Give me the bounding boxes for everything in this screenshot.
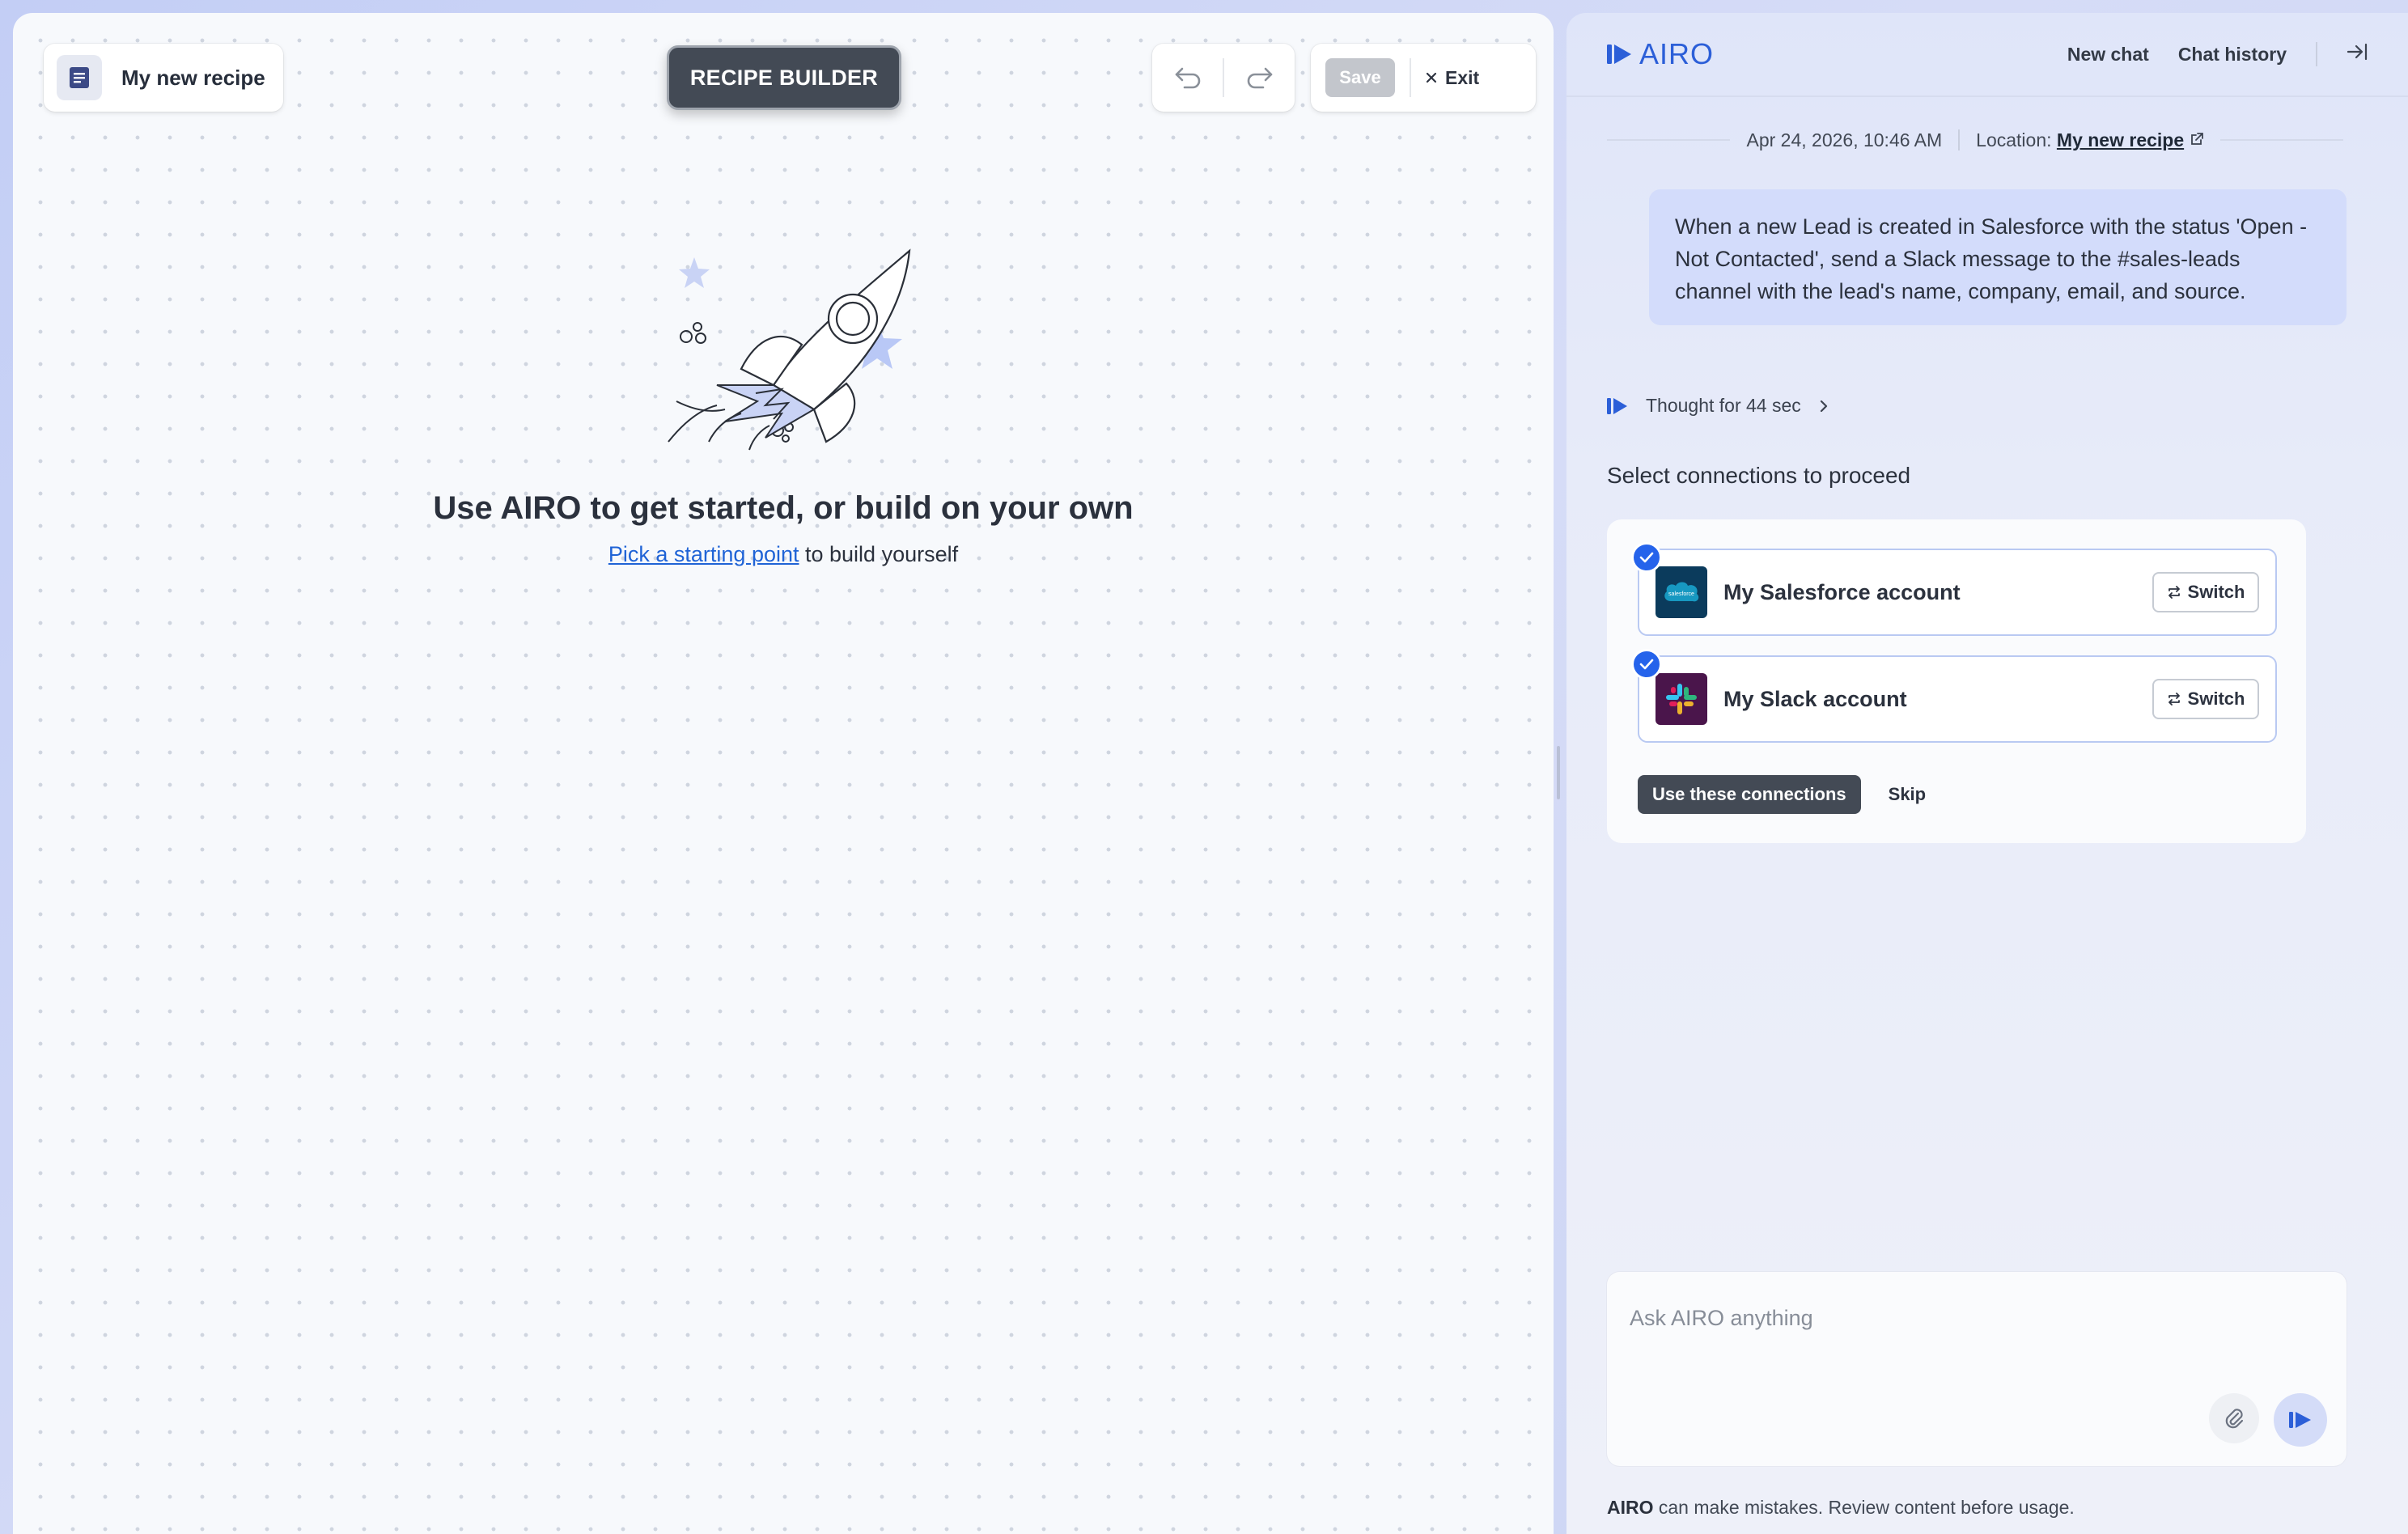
select-connections-title: Select connections to proceed <box>1607 463 1911 488</box>
skip-button[interactable]: Skip <box>1889 784 1926 805</box>
connection-slack[interactable]: My Slack account Switch <box>1631 649 2277 743</box>
save-button[interactable]: Save <box>1325 58 1395 97</box>
document-icon <box>57 55 102 100</box>
switch-label: Switch <box>2187 689 2245 709</box>
chat-header: AIRO New chat Chat history <box>1566 13 2408 97</box>
paperclip-icon <box>2225 1409 2244 1429</box>
timestamp: Apr 24, 2026, 10:46 AM <box>1746 129 1943 150</box>
chevron-right-icon <box>1820 400 1827 412</box>
disclaimer-text: can make mistakes. Review content before… <box>1653 1497 2075 1518</box>
user-message-bubble: When a new Lead is created in Salesforce… <box>1649 189 2347 325</box>
divider <box>2316 42 2317 66</box>
recipe-name-pill[interactable]: My new recipe <box>44 44 283 112</box>
disclaimer-brand: AIRO <box>1607 1497 1654 1518</box>
chat-history-button[interactable]: Chat history <box>2178 44 2287 66</box>
use-connections-button[interactable]: Use these connections <box>1638 775 1861 814</box>
close-icon <box>1426 72 1437 83</box>
airo-logo: AIRO <box>1607 37 1714 71</box>
undo-button[interactable] <box>1152 44 1223 112</box>
connection-actions: Use these connections Skip <box>1638 775 1926 814</box>
connections-card: salesforce My Salesforce account Switch <box>1607 519 2306 843</box>
switch-connection-button[interactable]: Switch <box>2152 679 2259 719</box>
slack-logo-icon <box>1656 673 1707 725</box>
divider <box>1410 58 1411 97</box>
send-button[interactable] <box>2274 1393 2327 1447</box>
pick-starting-point-link[interactable]: Pick a starting point <box>608 542 799 566</box>
switch-icon <box>2168 586 2180 599</box>
location: Location: My new recipe <box>1960 129 2219 151</box>
redo-button[interactable] <box>1224 44 1295 112</box>
exit-label: Exit <box>1445 66 1480 88</box>
conversation-meta: Apr 24, 2026, 10:46 AM Location: My new … <box>1607 126 2344 154</box>
thought-label: Thought for 44 sec <box>1646 395 1801 416</box>
header-actions: New chat Chat history <box>2067 42 2368 66</box>
salesforce-logo-text: salesforce <box>1668 591 1694 597</box>
airo-logo-icon <box>1607 397 1627 414</box>
divider <box>1607 139 1731 141</box>
salesforce-logo-icon: salesforce <box>1656 566 1707 618</box>
disclaimer: AIRO can make mistakes. Review content b… <box>1607 1497 2075 1519</box>
location-prefix: Location: <box>1976 129 2052 150</box>
switch-icon <box>2168 693 2180 706</box>
undo-icon <box>1175 67 1200 89</box>
recipe-canvas[interactable]: My new recipe RECIPE BUILDER Save Exit U… <box>13 13 1554 1534</box>
empty-state-subtitle: Pick a starting point to build yourself <box>13 542 1554 567</box>
chat-composer[interactable]: Ask AIRO anything <box>1607 1272 2347 1466</box>
checkmark-icon <box>1631 542 1662 573</box>
collapse-right-icon <box>2347 43 2368 61</box>
thought-toggle[interactable]: Thought for 44 sec <box>1607 395 1829 417</box>
panel-resize-handle[interactable] <box>1557 746 1560 799</box>
redo-icon <box>1247 67 1272 89</box>
connection-label: My Slack account <box>1723 686 1907 711</box>
save-exit-controls: Save Exit <box>1311 44 1536 112</box>
chat-input[interactable]: Ask AIRO anything <box>1630 1306 1813 1331</box>
recipe-name: My new recipe <box>121 65 265 90</box>
rocket-illustration <box>668 248 911 451</box>
switch-connection-button[interactable]: Switch <box>2152 572 2259 612</box>
recipe-builder-badge: RECIPE BUILDER <box>667 45 901 110</box>
attach-button[interactable] <box>2209 1393 2259 1443</box>
history-controls <box>1152 44 1295 112</box>
divider <box>2219 139 2344 141</box>
empty-state-title: Use AIRO to get started, or build on you… <box>433 490 1134 526</box>
collapse-panel-button[interactable] <box>2347 42 2368 66</box>
airo-logo-icon <box>1607 44 1631 64</box>
connection-salesforce[interactable]: salesforce My Salesforce account Switch <box>1631 542 2277 636</box>
switch-label: Switch <box>2187 582 2245 602</box>
new-chat-button[interactable]: New chat <box>2067 44 2149 66</box>
brand-name: AIRO <box>1639 37 1715 70</box>
airo-chat-panel: AIRO New chat Chat history Apr 24, 2026,… <box>1566 13 2408 1534</box>
exit-button[interactable]: Exit <box>1426 67 1479 89</box>
external-link-icon <box>2190 132 2203 145</box>
checkmark-icon <box>1631 649 1662 680</box>
location-link[interactable]: My new recipe <box>2057 129 2184 150</box>
connection-label: My Salesforce account <box>1723 579 1961 604</box>
airo-send-icon <box>2289 1412 2311 1428</box>
empty-state-suffix: to build yourself <box>799 542 959 566</box>
